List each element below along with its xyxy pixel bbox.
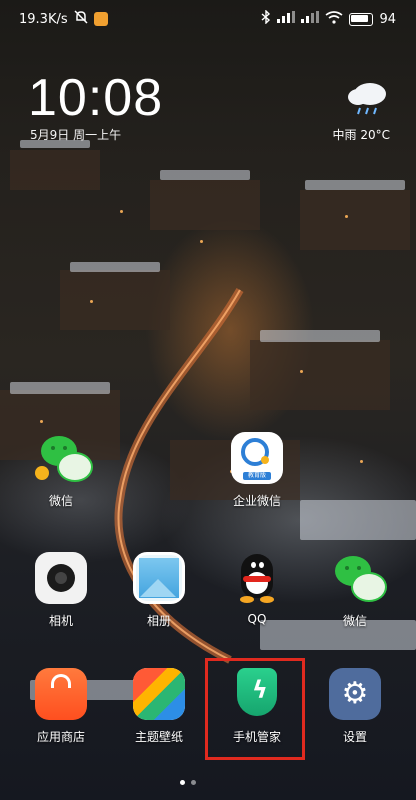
notification-app-icon <box>93 12 108 26</box>
clock-date: 5月9日 周一上午 <box>30 128 122 142</box>
app-label: 微信 <box>48 494 73 508</box>
wework-icon: 教育版 <box>231 432 283 484</box>
bluetooth-icon <box>261 9 271 28</box>
app-camera[interactable]: 相机 <box>16 552 106 629</box>
wifi-icon <box>325 10 343 28</box>
qq-penguin-icon <box>231 552 283 604</box>
clock-time[interactable]: 10:08 <box>28 68 163 128</box>
wechat-icon <box>329 552 387 604</box>
app-label: 应用商店 <box>36 730 85 744</box>
status-bar: 19.3K/s 94 <box>0 0 416 34</box>
camera-icon <box>35 552 87 604</box>
wechat-icon <box>35 432 93 484</box>
app-settings[interactable]: ⚙ 设置 <box>310 668 400 745</box>
app-label: QQ <box>247 612 267 626</box>
app-qq[interactable]: QQ <box>212 552 302 626</box>
network-speed: 19.3K/s <box>19 11 68 27</box>
highlight-box <box>205 658 305 760</box>
signal-icon-2 <box>301 11 320 27</box>
signal-icon-1 <box>277 11 296 27</box>
page-dot <box>191 780 196 785</box>
app-store[interactable]: 应用商店 <box>16 668 106 745</box>
battery-icon <box>349 12 374 26</box>
rain-cloud-icon[interactable] <box>346 78 390 118</box>
app-wechat[interactable]: 微信 <box>16 432 106 509</box>
page-dot <box>180 780 185 785</box>
app-label: 设置 <box>342 730 367 744</box>
app-gallery[interactable]: 相册 <box>114 552 204 629</box>
app-wechat-2[interactable]: 微信 <box>310 552 400 629</box>
wework-badge: 教育版 <box>247 472 266 479</box>
app-label: 企业微信 <box>232 494 281 508</box>
gear-icon: ⚙ <box>329 668 381 720</box>
weather-summary: 中雨 20°C <box>332 128 390 142</box>
gallery-icon <box>133 552 185 604</box>
app-label: 主题壁纸 <box>134 730 183 744</box>
app-wework[interactable]: 教育版 企业微信 <box>212 432 302 509</box>
shopping-bag-icon <box>35 668 87 720</box>
app-label: 相册 <box>146 614 171 628</box>
app-themes[interactable]: 主题壁纸 <box>114 668 204 745</box>
mute-alarm-icon <box>74 10 88 28</box>
app-label: 相机 <box>48 614 73 628</box>
battery-level: 94 <box>379 11 396 27</box>
page-indicator <box>180 780 196 785</box>
app-label: 微信 <box>342 614 367 628</box>
themes-icon <box>133 668 185 720</box>
